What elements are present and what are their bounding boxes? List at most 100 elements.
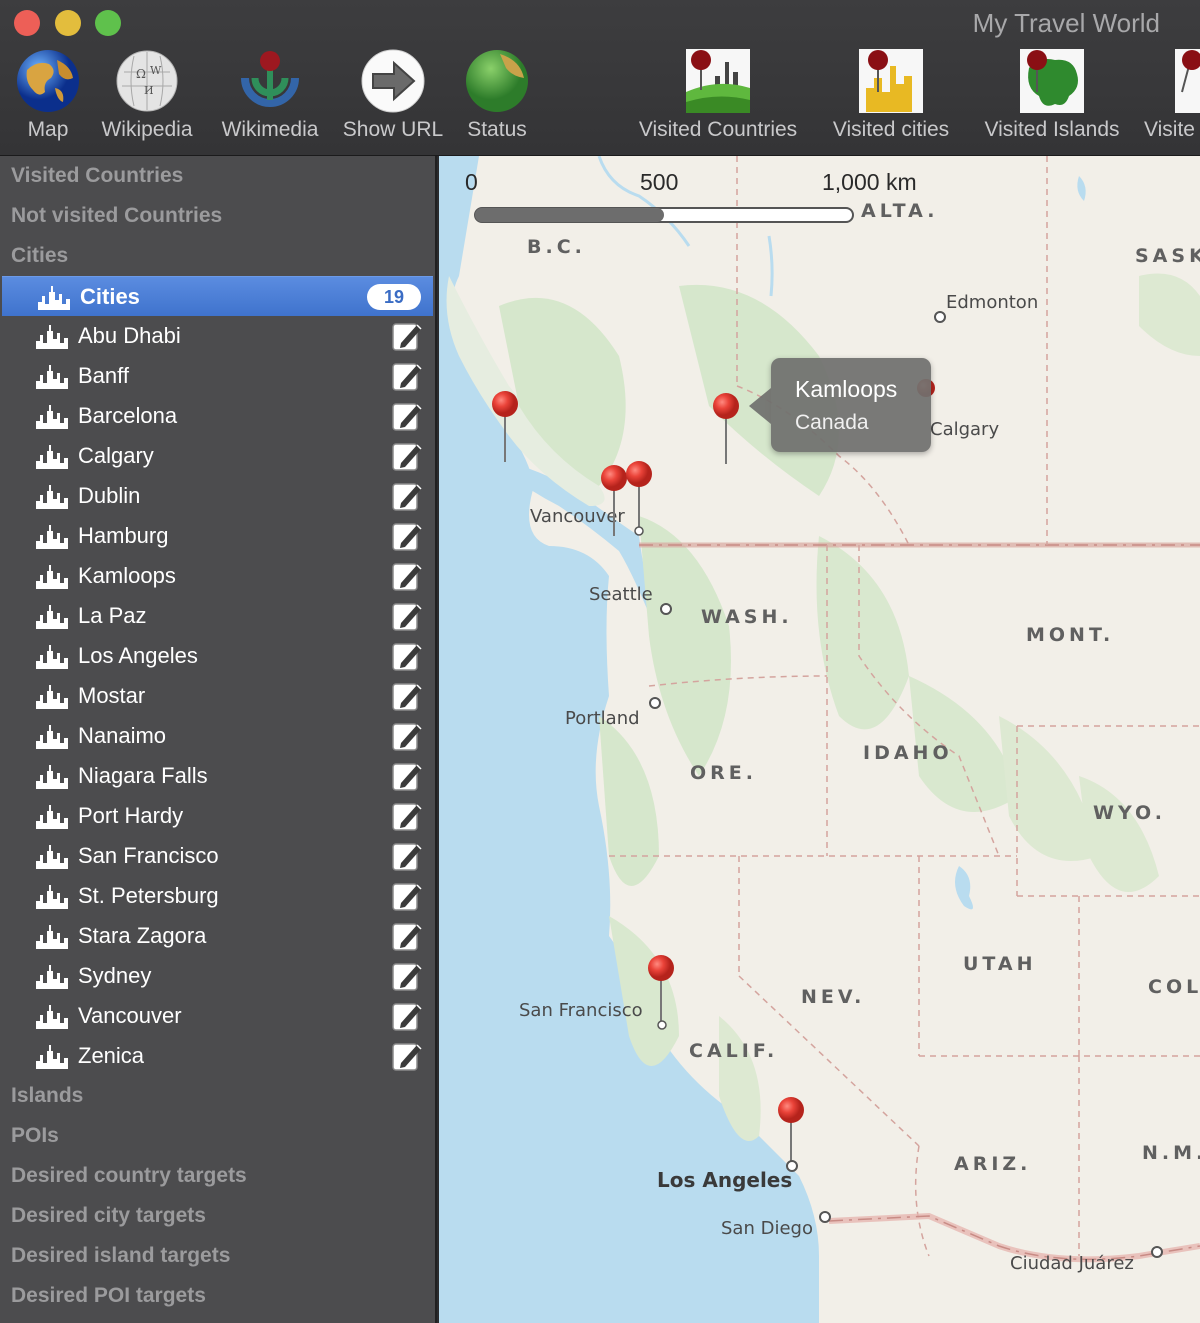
sidebar-group-desired-country-targets[interactable]: Desired country targets (0, 1156, 435, 1196)
toolbar-visited-cities-button[interactable]: Visited cities (824, 48, 958, 142)
edit-icon[interactable] (391, 641, 423, 673)
sidebar-item-label: Dublin (78, 483, 141, 508)
toolbar-visited-countries-button[interactable]: Visited Countries (628, 48, 808, 142)
sidebar-group-pois[interactable]: POIs (0, 1116, 435, 1156)
sidebar-item-hamburg[interactable]: Hamburg (0, 516, 435, 556)
sidebar-item-zenica[interactable]: Zenica (0, 1036, 435, 1076)
sidebar-item-kamloops[interactable]: Kamloops (0, 556, 435, 596)
state-label: NEV. (801, 986, 866, 1008)
edit-icon[interactable] (391, 521, 423, 553)
kamloops-callout[interactable]: Kamloops Canada (749, 358, 931, 452)
city-skyline-icon (36, 725, 68, 749)
city-skyline-icon (36, 525, 68, 549)
state-label: N.M. (1142, 1142, 1200, 1164)
edit-icon[interactable] (391, 1041, 423, 1073)
toolbar-visited-islands-label: Visited Islands (984, 118, 1120, 141)
svg-text:И: И (144, 84, 154, 97)
sidebar-item-niagara-falls[interactable]: Niagara Falls (0, 756, 435, 796)
toolbar-show-url-button[interactable]: Show URL (340, 48, 446, 142)
edit-icon[interactable] (391, 561, 423, 593)
sidebar-group-not-visited-countries[interactable]: Not visited Countries (0, 196, 435, 236)
sidebar-item-dublin[interactable]: Dublin (0, 476, 435, 516)
sidebar-item-label: Barcelona (78, 403, 178, 428)
sidebar-item-nanaimo[interactable]: Nanaimo (0, 716, 435, 756)
state-label: CALIF. (689, 1040, 779, 1062)
edit-icon[interactable] (391, 361, 423, 393)
sidebar-item-port-hardy[interactable]: Port Hardy (0, 796, 435, 836)
sidebar-group-desired-city-targets[interactable]: Desired city targets (0, 1196, 435, 1236)
city-skyline-icon (38, 286, 70, 310)
sidebar-item-barcelona[interactable]: Barcelona (0, 396, 435, 436)
sidebar-group-desired-poi-targets[interactable]: Desired POI targets (0, 1276, 435, 1316)
map-view[interactable]: 0 500 1,000 km ALTA. B.C. SASK WASH. MON… (439, 156, 1200, 1323)
edit-icon[interactable] (391, 321, 423, 353)
sidebar-item-vancouver[interactable]: Vancouver (0, 996, 435, 1036)
edit-icon[interactable] (391, 481, 423, 513)
toolbar-visited-cities-label: Visited cities (832, 118, 950, 141)
status-globe-icon (466, 50, 528, 112)
edit-icon[interactable] (391, 801, 423, 833)
maximize-window-button[interactable] (95, 10, 121, 36)
sidebar-group-desired-island-targets[interactable]: Desired island targets (0, 1236, 435, 1276)
wikimedia-logo-icon (241, 51, 299, 107)
minimize-window-button[interactable] (55, 10, 81, 36)
sidebar-item-st-petersburg[interactable]: St. Petersburg (0, 876, 435, 916)
visited-countries-icon (686, 49, 750, 113)
city-skyline-icon (36, 685, 68, 709)
svg-text:W: W (150, 64, 162, 77)
sidebar-item-los-angeles[interactable]: Los Angeles (0, 636, 435, 676)
edit-icon[interactable] (391, 961, 423, 993)
sidebar-item-label: Stara Zagora (78, 923, 207, 948)
callout-subtitle: Canada (795, 411, 869, 434)
city-skyline-icon (36, 445, 68, 469)
sidebar-item-label: Abu Dhabi (78, 323, 181, 348)
toolbar-visited-more-label: Visite (1144, 118, 1195, 141)
sidebar-group-islands[interactable]: Islands (0, 1076, 435, 1116)
toolbar-map-button[interactable]: Map (15, 48, 81, 142)
edit-icon[interactable] (391, 441, 423, 473)
sidebar-item-label: Zenica (78, 1043, 145, 1068)
city-skyline-icon (36, 805, 68, 829)
edit-icon[interactable] (391, 761, 423, 793)
toolbar-wikimedia-button[interactable]: Wikimedia (216, 48, 324, 142)
sidebar-item-label: St. Petersburg (78, 883, 219, 908)
sidebar-item-label: Kamloops (78, 563, 176, 588)
sidebar-item-label: La Paz (78, 603, 147, 628)
callout-title: Kamloops (795, 376, 898, 402)
sidebar-item-calgary[interactable]: Calgary (0, 436, 435, 476)
toolbar-visited-islands-button[interactable]: Visited Islands (976, 48, 1128, 142)
edit-icon[interactable] (391, 601, 423, 633)
sidebar-item-abu-dhabi[interactable]: Abu Dhabi (0, 316, 435, 356)
city-label: Vancouver (530, 506, 625, 527)
sidebar-item-cities-selected[interactable]: Cities 19 (2, 276, 433, 316)
scale-zero: 0 (465, 169, 478, 195)
toolbar-wikipedia-button[interactable]: Ω W И Wikipedia (96, 48, 198, 142)
city-skyline-icon (36, 405, 68, 429)
sidebar-group-visited-countries[interactable]: Visited Countries (0, 156, 435, 196)
toolbar-wikipedia-label: Wikipedia (101, 118, 193, 141)
sidebar-item-mostar[interactable]: Mostar (0, 676, 435, 716)
sidebar-item-stara-zagora[interactable]: Stara Zagora (0, 916, 435, 956)
sidebar-item-label: Banff (78, 363, 129, 388)
toolbar-status-button[interactable]: Status (463, 48, 531, 142)
edit-icon[interactable] (391, 921, 423, 953)
city-skyline-icon (36, 1045, 68, 1069)
sidebar-group-cities[interactable]: Cities (0, 236, 435, 276)
edit-icon[interactable] (391, 401, 423, 433)
close-window-button[interactable] (14, 10, 40, 36)
edit-icon[interactable] (391, 841, 423, 873)
sidebar-item-sydney[interactable]: Sydney (0, 956, 435, 996)
edit-icon[interactable] (391, 881, 423, 913)
city-skyline-icon (36, 925, 68, 949)
sidebar-item-label: Calgary (78, 443, 154, 468)
edit-icon[interactable] (391, 1001, 423, 1033)
sidebar-item-san-francisco[interactable]: San Francisco (0, 836, 435, 876)
edit-icon[interactable] (391, 721, 423, 753)
edit-icon[interactable] (391, 681, 423, 713)
toolbar-visited-more-button[interactable]: Visite (1144, 48, 1200, 142)
sidebar-item-banff[interactable]: Banff (0, 356, 435, 396)
sidebar-item-la-paz[interactable]: La Paz (0, 596, 435, 636)
state-label: ARIZ. (954, 1153, 1032, 1175)
sidebar-item-label: Los Angeles (78, 643, 198, 668)
city-label: Los Angeles (657, 1168, 793, 1192)
